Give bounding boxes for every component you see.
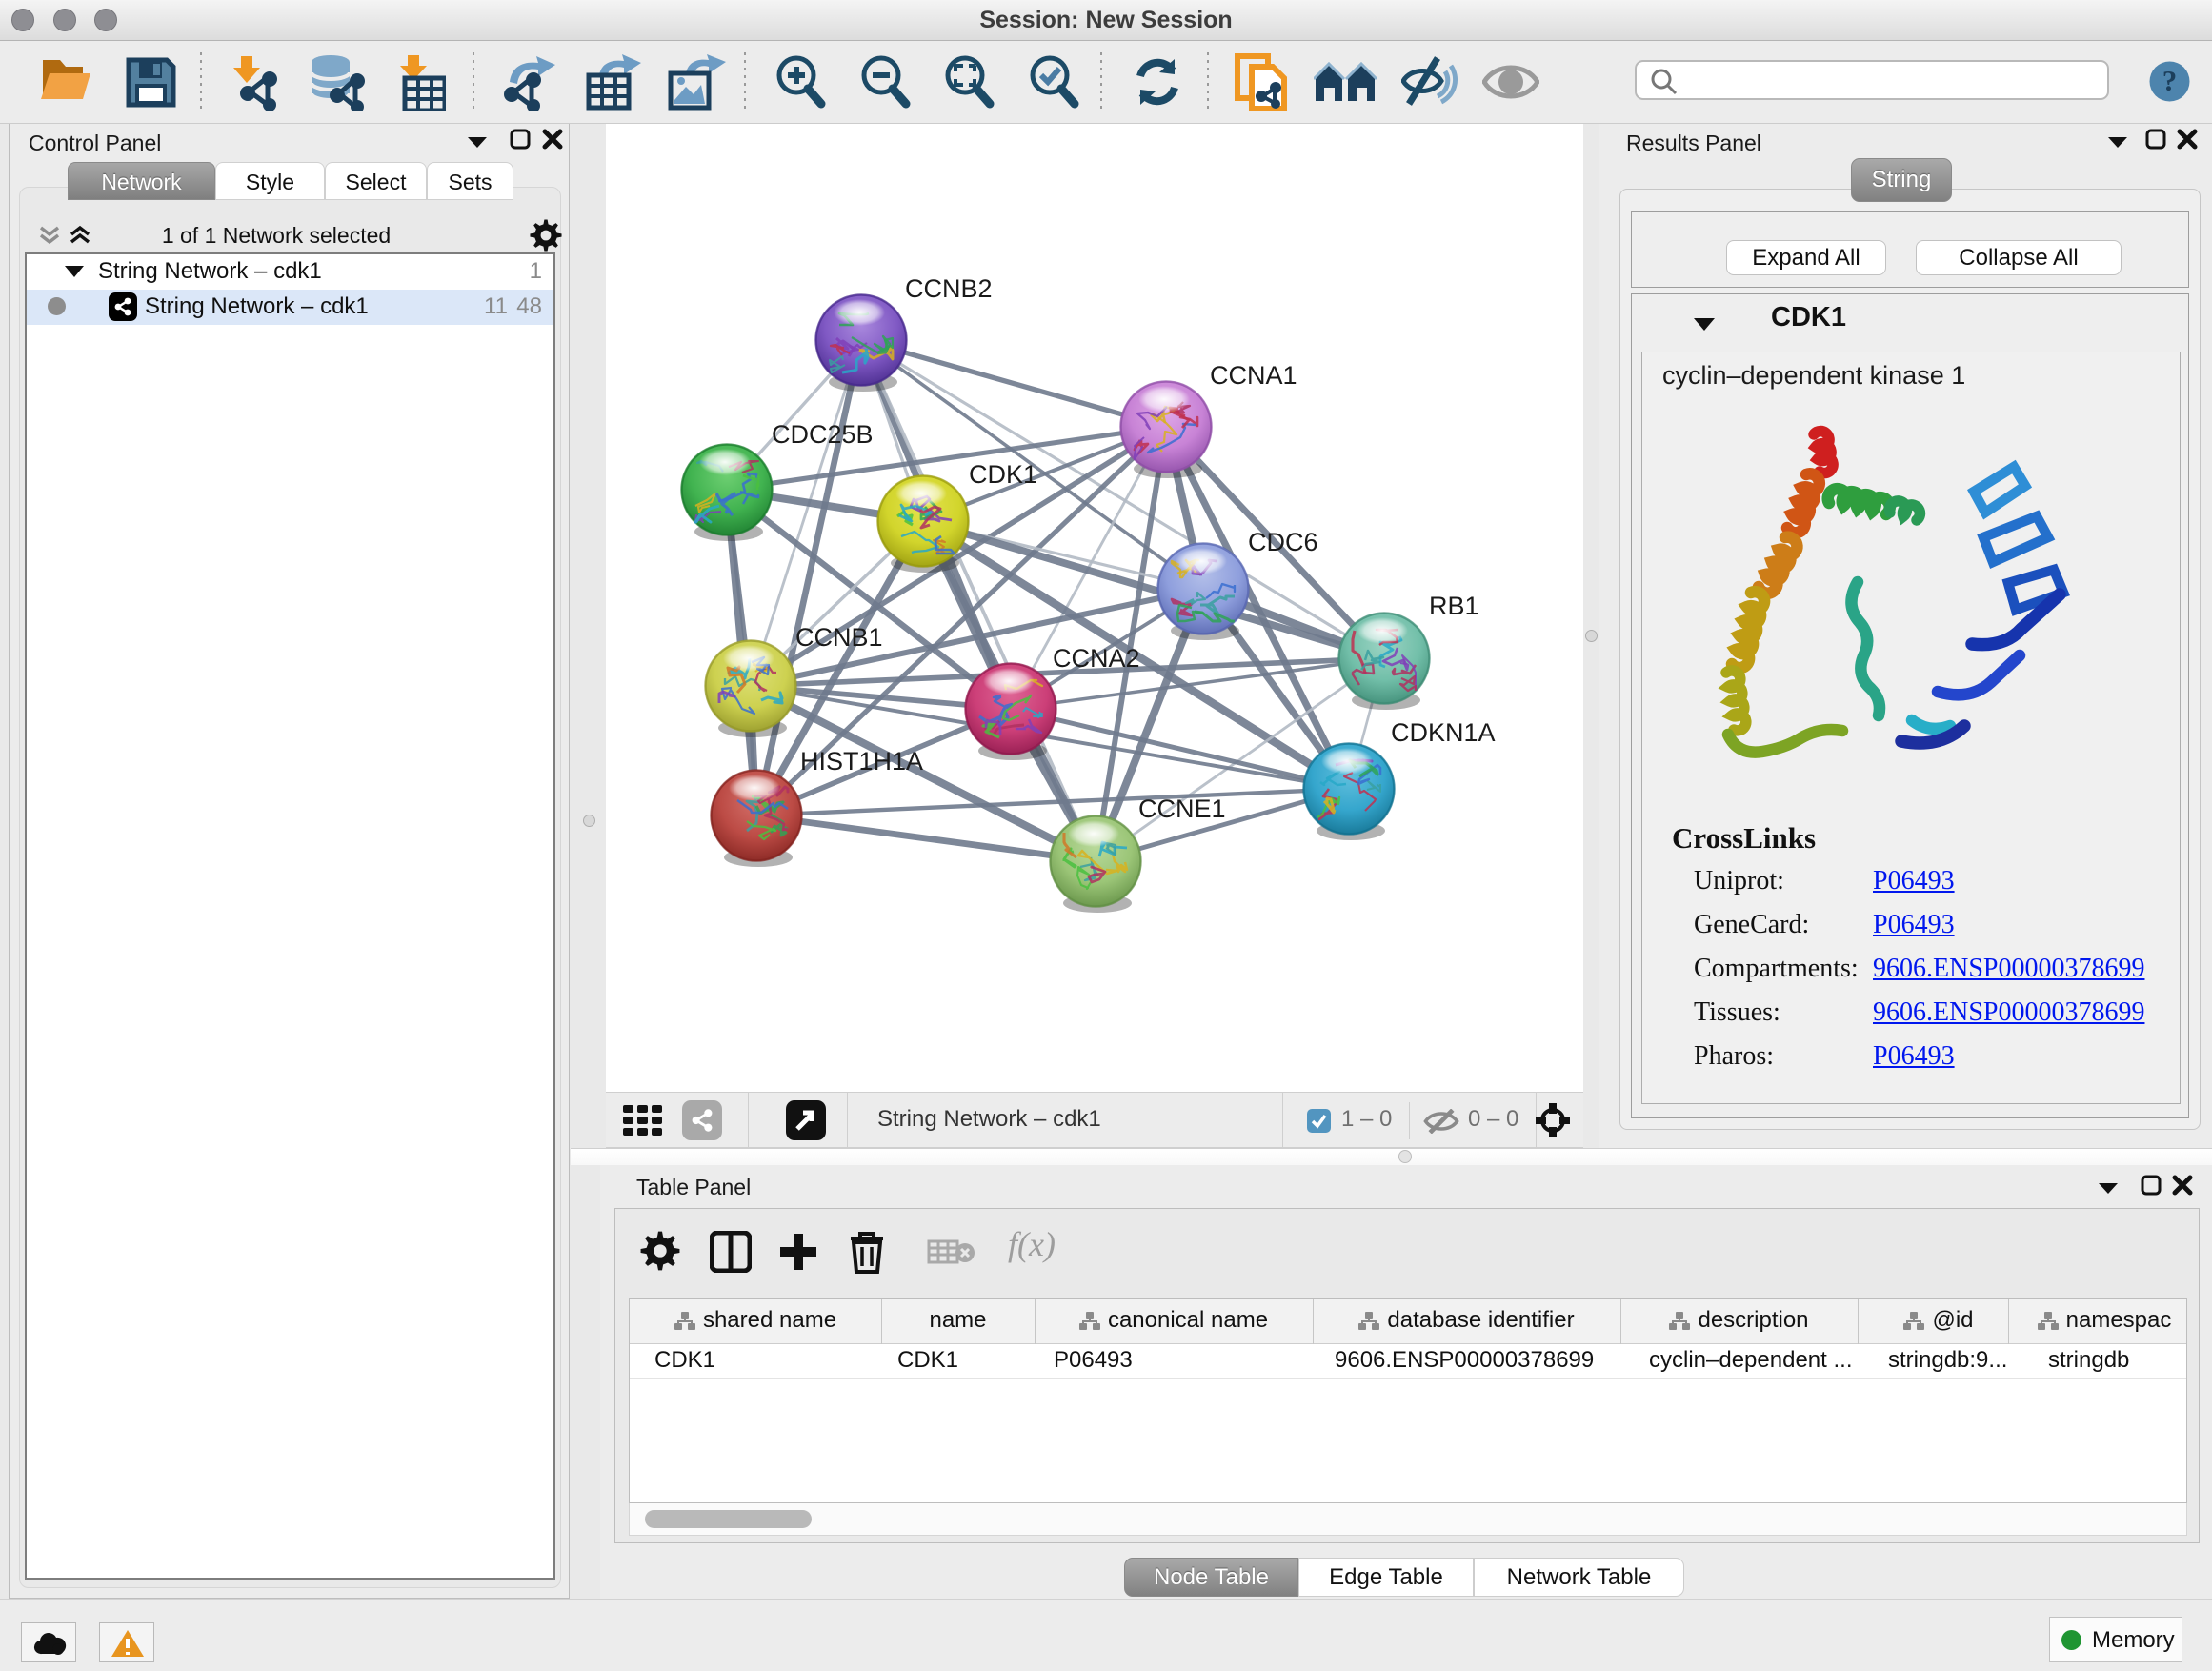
svg-text:CDC6: CDC6 [1248,528,1318,556]
svg-text:CDK1: CDK1 [969,460,1037,489]
svg-text:CCNB1: CCNB1 [795,623,883,652]
svg-text:?: ? [2162,64,2178,97]
svg-text:CCNA1: CCNA1 [1210,361,1297,390]
svg-text:HIST1H1A: HIST1H1A [800,747,923,775]
svg-text:CCNA2: CCNA2 [1053,644,1140,673]
svg-text:RB1: RB1 [1429,592,1479,620]
svg-text:CCNE1: CCNE1 [1138,795,1226,823]
svg-text:CCNB2: CCNB2 [905,274,993,303]
svg-text:CDKN1A: CDKN1A [1391,718,1496,747]
svg-text:CDC25B: CDC25B [772,420,874,449]
